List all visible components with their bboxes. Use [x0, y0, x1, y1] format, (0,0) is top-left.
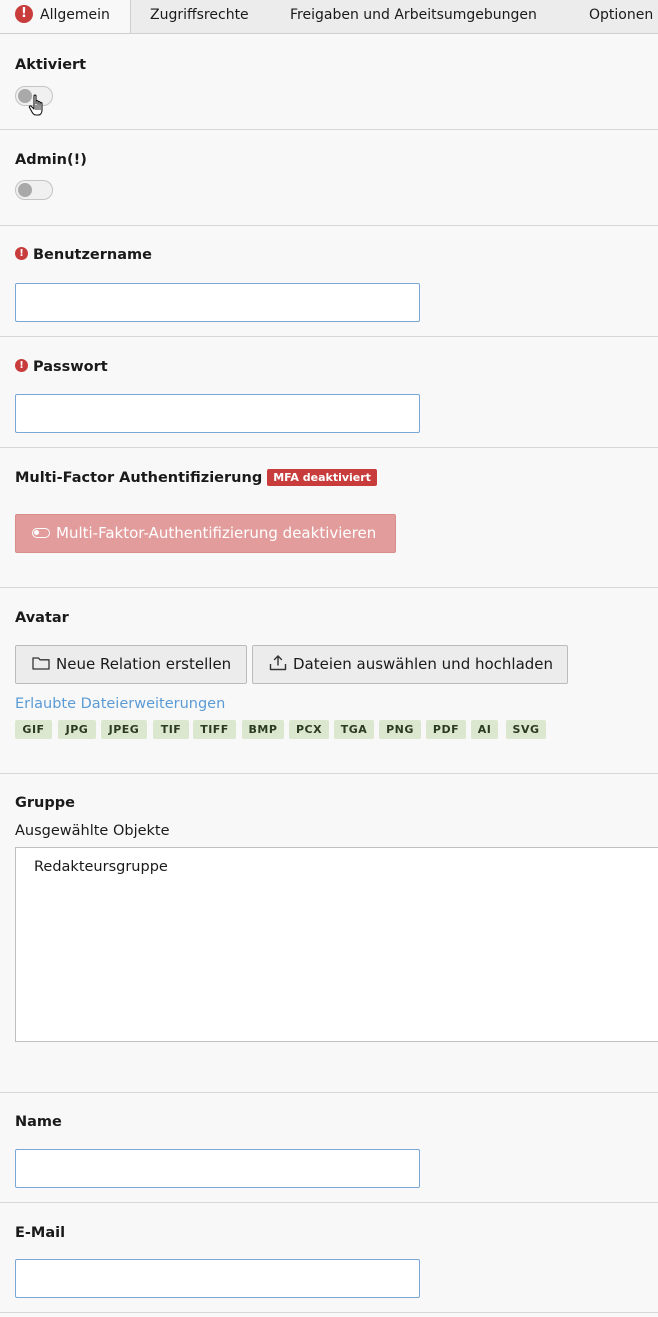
- extension-badge: SVG: [506, 720, 546, 739]
- extension-badge: JPEG: [101, 720, 147, 739]
- divider: [0, 773, 658, 774]
- tab-label: Zugriffsrechte: [150, 7, 249, 23]
- tab-freigaben[interactable]: Freigaben und Arbeitsumgebungen: [290, 0, 537, 33]
- folder-icon: [32, 656, 50, 670]
- divider: [0, 225, 658, 226]
- tab-label: Optionen: [589, 7, 654, 23]
- upload-files-button[interactable]: Dateien auswählen und hochladen: [252, 645, 568, 684]
- divider: [0, 129, 658, 130]
- toggle-icon: [32, 528, 50, 538]
- divider: [0, 1312, 658, 1313]
- tab-label: Allgemein: [40, 7, 110, 23]
- divider: [0, 1092, 658, 1093]
- benutzername-label: ! Benutzername: [15, 246, 152, 263]
- extension-badge: PDF: [426, 720, 466, 739]
- name-label: Name: [15, 1114, 62, 1130]
- mfa-label-text: Multi-Factor Authentifizierung: [15, 470, 263, 486]
- tab-label: Freigaben und Arbeitsumgebungen: [290, 7, 537, 23]
- extension-badge: GIF: [15, 720, 52, 739]
- tab-zugriffsrechte[interactable]: Zugriffsrechte: [150, 0, 249, 33]
- passwort-label: ! Passwort: [15, 358, 108, 375]
- mfa-status-badge: MFA deaktiviert: [267, 469, 377, 486]
- email-label: E-Mail: [15, 1225, 66, 1241]
- upload-label: Dateien auswählen und hochladen: [293, 655, 554, 673]
- extension-badge: PNG: [379, 720, 421, 739]
- mfa-label: Multi-Factor Authentifizierung MFA deakti…: [15, 469, 377, 487]
- selected-objects-label: Ausgewählte Objekte: [15, 823, 170, 839]
- extension-badge: PCX: [289, 720, 329, 739]
- extension-badge: JPG: [58, 720, 96, 739]
- tab-allgemein[interactable]: ! Allgemein: [0, 0, 131, 33]
- new-relation-button[interactable]: Neue Relation erstellen: [15, 645, 247, 684]
- error-icon: !: [15, 5, 33, 23]
- avatar-label: Avatar: [15, 610, 69, 626]
- name-input[interactable]: [15, 1149, 420, 1188]
- divider: [0, 447, 658, 448]
- list-item[interactable]: Redakteursgruppe: [34, 859, 168, 875]
- mfa-button-label: Multi-Faktor-Authentifizierung deaktivie…: [56, 524, 377, 542]
- tab-optionen[interactable]: Optionen: [589, 0, 653, 33]
- divider: [0, 336, 658, 337]
- passwort-input[interactable]: [15, 394, 420, 433]
- selected-groups-list[interactable]: Redakteursgruppe: [15, 847, 658, 1042]
- admin-label: Admin(!): [15, 152, 87, 168]
- new-relation-label: Neue Relation erstellen: [56, 655, 232, 673]
- email-input[interactable]: [15, 1259, 420, 1298]
- mfa-deactivate-button[interactable]: Multi-Faktor-Authentifizierung deaktivie…: [15, 514, 396, 553]
- tab-bar: ! Allgemein Zugriffsrechte Freigaben und …: [0, 0, 658, 34]
- allowed-extensions-link[interactable]: Erlaubte Dateierweiterungen: [15, 696, 225, 712]
- toggle-knob: [18, 183, 32, 197]
- extension-badge: BMP: [242, 720, 284, 739]
- upload-icon: [269, 654, 287, 670]
- benutzername-label-text: Benutzername: [33, 247, 152, 263]
- hand-cursor-icon: [28, 94, 43, 116]
- admin-toggle[interactable]: [15, 180, 53, 200]
- extension-badge: TGA: [334, 720, 374, 739]
- benutzername-input[interactable]: [15, 283, 420, 322]
- passwort-label-text: Passwort: [33, 359, 108, 375]
- extension-badge: TIF: [153, 720, 189, 739]
- extension-badge: TIFF: [193, 720, 236, 739]
- required-icon: !: [15, 246, 28, 260]
- divider: [0, 1202, 658, 1203]
- divider: [0, 587, 658, 588]
- extension-badge: AI: [471, 720, 498, 739]
- aktiviert-label: Aktiviert: [15, 57, 87, 73]
- gruppe-label: Gruppe: [15, 795, 75, 811]
- required-icon: !: [15, 358, 28, 372]
